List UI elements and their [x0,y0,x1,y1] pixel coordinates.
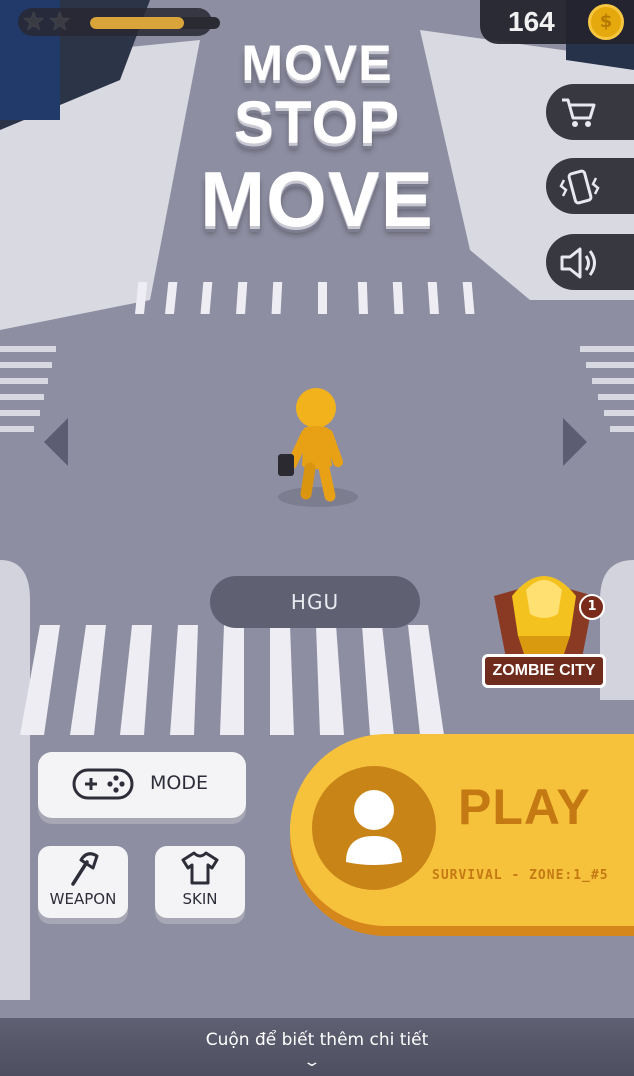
zone-label: ZOMBIE CITY [482,654,606,688]
zone-badge[interactable]: 1 ZOMBIE CITY [482,566,606,696]
skin-label: SKIN [182,890,218,908]
game-title-line-3: MOVE [200,155,434,243]
mode-button[interactable]: MODE [38,752,246,818]
avatar [312,766,436,890]
play-mode-subtitle: SURVIVAL - ZONE:1_#5 [432,868,609,883]
game-title-line-1: MOVE [241,35,393,91]
game-title-line-2: STOP [233,89,401,156]
xp-bar [90,17,220,29]
weapon-label: WEAPON [49,890,117,908]
user-icon [346,790,402,865]
star-icon: ★ [48,7,72,37]
sound-icon [560,247,596,279]
previous-arrow-icon[interactable] [44,418,68,466]
xp-fill [90,17,184,29]
play-label: PLAY [458,779,591,835]
play-button[interactable]: PLAY SURVIVAL - ZONE:1_#5 [290,734,634,926]
zone-count-badge: 1 [579,594,605,620]
next-arrow-icon[interactable] [563,418,587,466]
axe-icon [71,852,99,886]
scroll-hint-text: Cuộn để biết thêm chi tiết [205,1030,429,1050]
scroll-hint-bar[interactable]: Cuộn để biết thêm chi tiết ⌄ [0,1018,634,1076]
level-progress: ★ ★ [18,7,220,37]
briefcase-icon [278,454,294,476]
gamepad-icon [72,768,134,800]
mode-label: MODE [150,772,208,794]
skin-button[interactable]: SKIN [155,846,245,918]
weapon-button[interactable]: WEAPON [38,846,128,918]
star-icon: ★ [22,7,46,37]
player-name-field[interactable]: HGU [210,576,420,628]
chevron-down-icon: ⌄ [302,1054,322,1070]
game-scene: ★ ★ 164 $ MOVE STOP MOVE HGU 1 ZOMBIE CI… [0,0,634,1076]
shirt-icon [181,851,219,885]
player-character [278,388,343,502]
